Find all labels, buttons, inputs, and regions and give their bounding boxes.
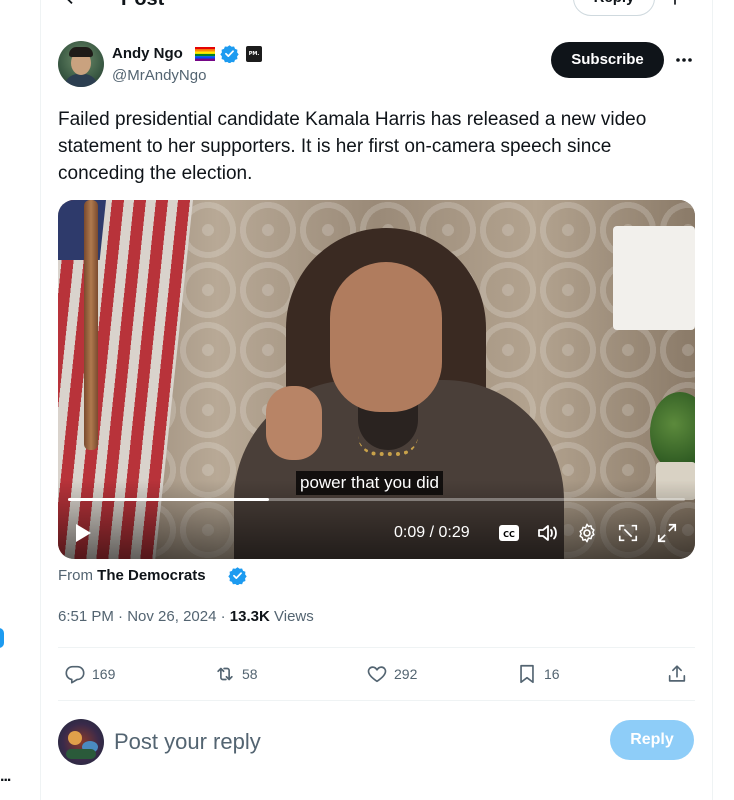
video-time: 0:09 / 0:29	[394, 524, 470, 541]
video-progress-fill	[68, 498, 270, 501]
verified-badge-icon[interactable]	[220, 44, 239, 63]
author-name[interactable]: Andy Ngo	[112, 45, 183, 63]
affiliate-badge[interactable]: PM.	[246, 46, 262, 62]
fullscreen-icon[interactable]	[656, 522, 678, 544]
current-user-avatar[interactable]	[58, 719, 104, 765]
bookmark-count: 16	[544, 666, 560, 682]
like-action[interactable]: 292	[366, 661, 417, 687]
post-meta: 6:51 PM · Nov 26, 2024 · 13.3K Views	[58, 608, 314, 625]
page-title: Post	[121, 0, 164, 10]
reply-count: 169	[92, 666, 116, 682]
reply-button-top[interactable]: Reply	[573, 0, 655, 16]
reply-action[interactable]: 169	[64, 661, 115, 687]
divider	[58, 700, 695, 701]
repost-action[interactable]: 58	[214, 661, 258, 687]
bookmark-action[interactable]: 16	[516, 661, 560, 687]
author-handle[interactable]: @MrAndyNgo	[112, 67, 206, 85]
source-name[interactable]: The Democrats	[97, 567, 205, 584]
sidebar-more-icon[interactable]: ...	[0, 768, 11, 786]
video-player[interactable]: power that you did 0:09 / 0:29 CC	[58, 200, 695, 559]
column-border-left	[40, 0, 41, 800]
share-action[interactable]	[666, 661, 694, 687]
top-bar: Post Reply	[41, 0, 712, 16]
repost-icon	[217, 667, 233, 681]
subscribe-button[interactable]: Subscribe	[551, 42, 664, 78]
rainbow-flag-icon	[195, 47, 215, 61]
picture-in-picture-icon[interactable]	[617, 522, 639, 544]
views-count: 13.3K	[229, 608, 270, 625]
reply-submit-button[interactable]: Reply	[610, 720, 694, 760]
post-date[interactable]: Nov 26, 2024	[127, 608, 216, 625]
video-progress-bar[interactable]	[68, 498, 685, 501]
settings-gear-icon[interactable]	[576, 522, 598, 544]
reply-input[interactable]	[114, 728, 594, 756]
bookmark-icon	[520, 664, 534, 684]
repost-count: 58	[242, 666, 258, 682]
author-avatar[interactable]	[58, 41, 104, 87]
like-count: 292	[394, 666, 418, 682]
source-prefix: From	[58, 567, 93, 584]
adjust-icon[interactable]	[665, 0, 685, 8]
play-icon[interactable]	[72, 522, 94, 544]
video-lamp	[613, 226, 695, 330]
reply-icon	[65, 665, 85, 684]
verified-badge-icon[interactable]	[228, 566, 247, 585]
views-label: Views	[274, 608, 314, 625]
source-attribution: From The Democrats	[58, 566, 206, 586]
heart-icon	[367, 666, 387, 683]
volume-icon[interactable]	[536, 522, 560, 544]
column-border-right	[712, 0, 713, 800]
share-icon	[668, 665, 686, 682]
post-time[interactable]: 6:51 PM	[58, 608, 114, 625]
back-arrow-icon[interactable]	[61, 0, 83, 8]
closed-captions-icon[interactable]: CC	[498, 524, 520, 542]
notification-dot	[0, 628, 4, 648]
video-caption: power that you did	[296, 471, 443, 495]
more-options-icon[interactable]	[674, 50, 694, 70]
tweet-text: Failed presidential candidate Kamala Har…	[58, 109, 647, 184]
divider	[58, 647, 695, 648]
svg-text:CC: CC	[503, 530, 515, 539]
